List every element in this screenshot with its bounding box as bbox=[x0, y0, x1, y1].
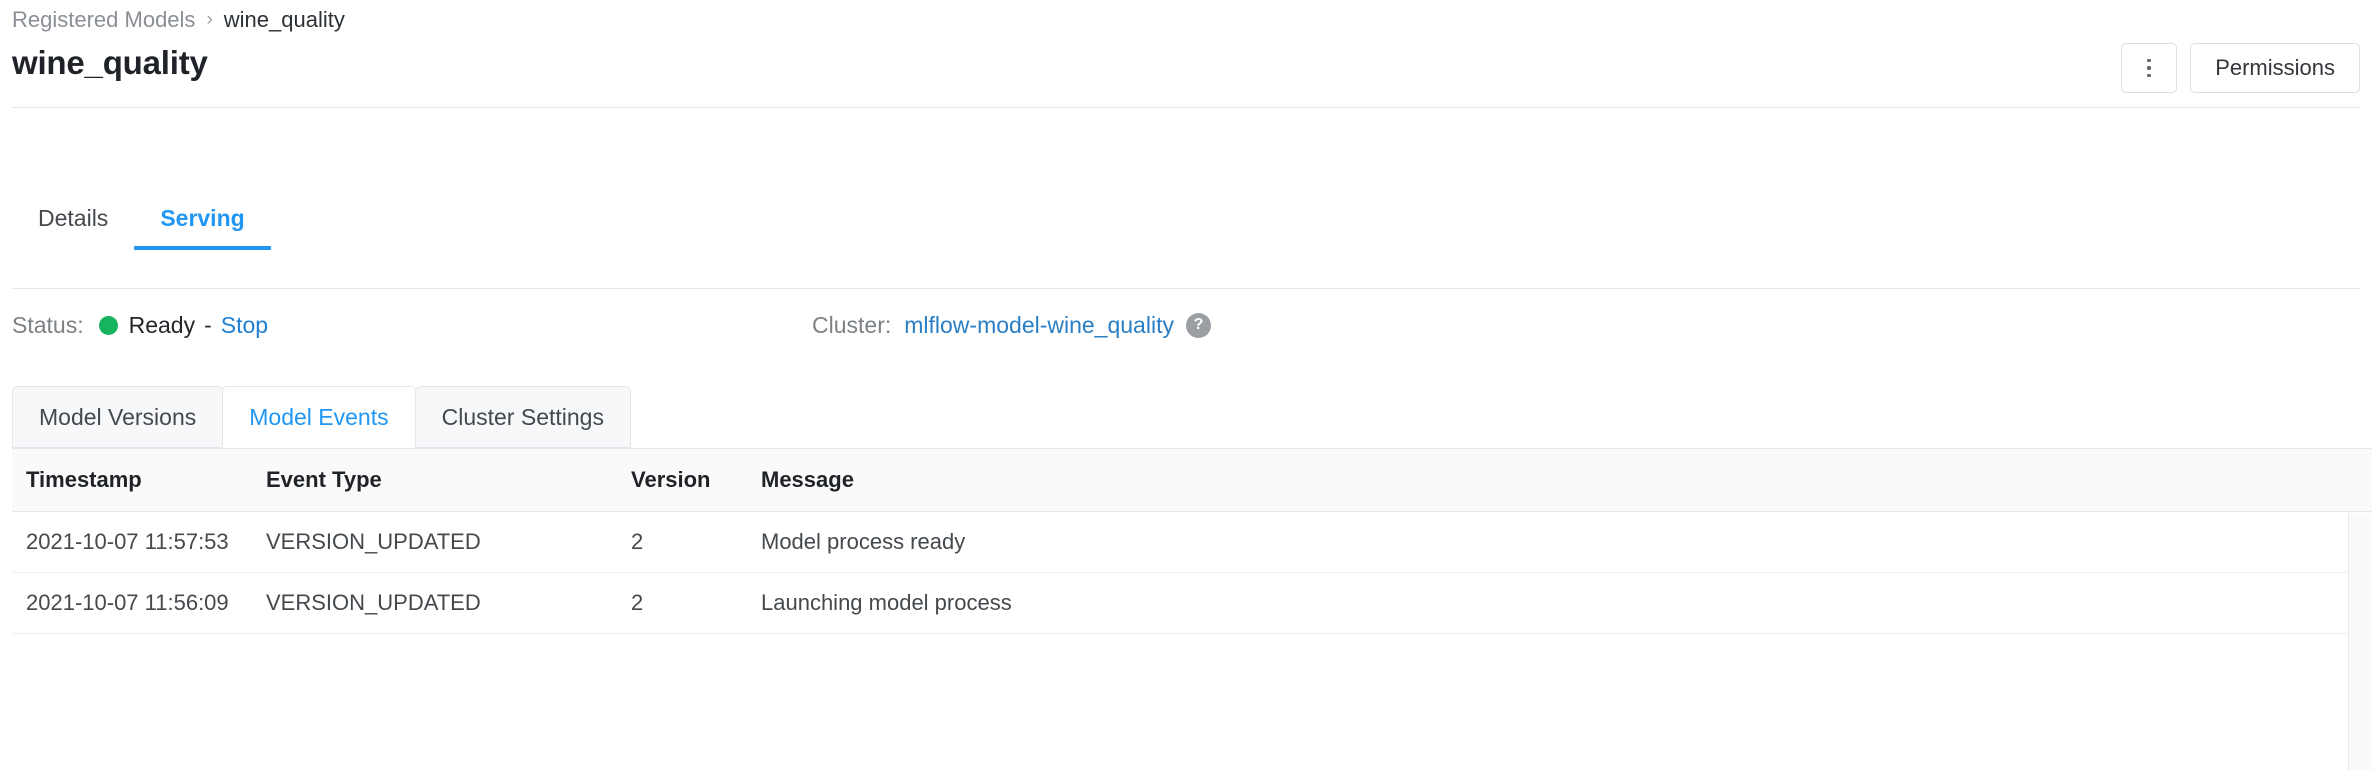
overflow-menu-button[interactable] bbox=[2121, 43, 2177, 93]
subtab-model-events[interactable]: Model Events bbox=[222, 386, 415, 448]
title-row: wine_quality Permissions bbox=[0, 40, 2372, 102]
serving-page: Registered Models › wine_quality wine_qu… bbox=[0, 0, 2372, 770]
status-value: Ready bbox=[129, 312, 195, 339]
cell-message: Launching model process bbox=[747, 590, 2372, 616]
main-tabs: Details Serving bbox=[12, 205, 271, 250]
stop-serving-link[interactable]: Stop bbox=[221, 312, 268, 339]
table-row[interactable]: 2021-10-07 11:57:53 VERSION_UPDATED 2 Mo… bbox=[12, 512, 2372, 573]
cell-timestamp: 2021-10-07 11:56:09 bbox=[12, 590, 252, 616]
cluster-label: Cluster: bbox=[812, 312, 891, 339]
permissions-button[interactable]: Permissions bbox=[2190, 43, 2360, 93]
page-title: wine_quality bbox=[12, 44, 208, 82]
cluster-link[interactable]: mlflow-model-wine_quality bbox=[904, 312, 1174, 339]
cell-version: 2 bbox=[617, 590, 747, 616]
status-indicator-dot-icon bbox=[99, 316, 118, 335]
cell-event-type: VERSION_UPDATED bbox=[252, 529, 617, 555]
help-circle-icon[interactable]: ? bbox=[1186, 313, 1211, 338]
tabs-divider bbox=[12, 288, 2360, 289]
header-divider bbox=[12, 107, 2360, 108]
cluster-row: Cluster: mlflow-model-wine_quality ? bbox=[812, 308, 1211, 342]
column-header-message[interactable]: Message bbox=[747, 467, 2372, 493]
status-label: Status: bbox=[12, 312, 84, 339]
breadcrumb-chevron-right-icon: › bbox=[206, 6, 212, 34]
subtab-model-versions[interactable]: Model Versions bbox=[12, 386, 223, 448]
header-actions: Permissions bbox=[2121, 43, 2360, 93]
tab-serving[interactable]: Serving bbox=[134, 205, 270, 250]
table-row[interactable]: 2021-10-07 11:56:09 VERSION_UPDATED 2 La… bbox=[12, 573, 2372, 634]
cell-event-type: VERSION_UPDATED bbox=[252, 590, 617, 616]
subtab-cluster-settings[interactable]: Cluster Settings bbox=[415, 386, 631, 448]
model-events-table: Timestamp Event Type Version Message 202… bbox=[12, 448, 2372, 770]
status-separator: - bbox=[204, 312, 212, 339]
table-body: 2021-10-07 11:57:53 VERSION_UPDATED 2 Mo… bbox=[12, 512, 2372, 634]
breadcrumb: Registered Models › wine_quality bbox=[12, 6, 345, 34]
table-header-row: Timestamp Event Type Version Message bbox=[12, 448, 2372, 512]
column-header-timestamp[interactable]: Timestamp bbox=[12, 467, 252, 493]
status-row: Status: Ready - Stop bbox=[12, 308, 268, 342]
cell-timestamp: 2021-10-07 11:57:53 bbox=[12, 529, 252, 555]
tab-details[interactable]: Details bbox=[12, 205, 134, 250]
serving-subtabs: Model Versions Model Events Cluster Sett… bbox=[12, 386, 630, 448]
column-header-event-type[interactable]: Event Type bbox=[252, 467, 617, 493]
cell-version: 2 bbox=[617, 529, 747, 555]
table-vertical-scrollbar[interactable] bbox=[2348, 513, 2372, 770]
breadcrumb-current: wine_quality bbox=[224, 6, 345, 34]
column-header-version[interactable]: Version bbox=[617, 467, 747, 493]
kebab-menu-icon bbox=[2147, 59, 2151, 78]
breadcrumb-parent-link[interactable]: Registered Models bbox=[12, 6, 195, 34]
cell-message: Model process ready bbox=[747, 529, 2372, 555]
